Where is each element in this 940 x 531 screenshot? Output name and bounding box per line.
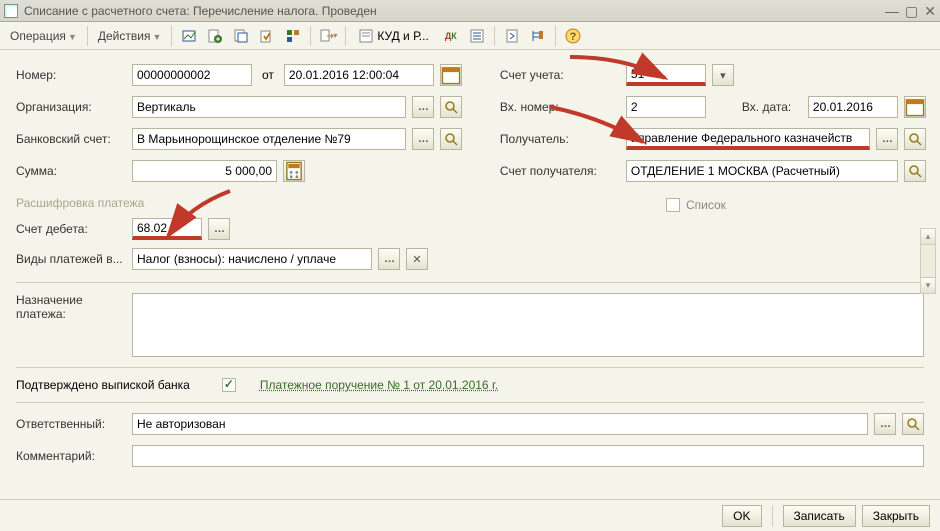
debit-lookup-button[interactable] [208,218,230,240]
pay-types-label: Виды платежей в... [16,252,126,266]
confirm-checkbox[interactable] [222,378,236,392]
pay-types-lookup-button[interactable] [378,248,400,270]
bank-open-button[interactable] [440,128,462,150]
tbtn-add-icon[interactable] [204,25,226,47]
tbtn-post-icon[interactable] [256,25,278,47]
maximize-button[interactable]: ▢ [905,4,918,18]
tbtn-kud[interactable]: КУД и Р... [352,25,435,47]
pay-types-clear-button[interactable]: ✕ [406,248,428,270]
tbtn-create-based-icon[interactable]: ▾ [317,25,339,47]
list-checkbox[interactable] [666,198,680,212]
list-label: Список [686,198,726,212]
form-content: Номер: от Организация: Банковский счет: … [0,50,940,477]
close-form-button[interactable]: Закрыть [862,505,930,527]
org-field[interactable] [132,96,406,118]
number-field[interactable] [132,64,252,86]
date-calendar-button[interactable] [440,64,462,86]
menu-actions[interactable]: Действия▼ [94,27,166,45]
window-title: Списание с расчетного счета: Перечислени… [24,4,885,18]
bank-field[interactable] [132,128,406,150]
tbtn-structure-icon[interactable] [282,25,304,47]
confirm-label: Подтверждено выпиской банка [16,378,190,392]
minimize-button[interactable]: — [885,4,899,18]
tbtn-help-icon[interactable]: ? [562,25,584,47]
payment-order-link[interactable]: Платежное поручение № 1 от 20.01.2016 г. [260,378,498,392]
bank-label: Банковский счет: [16,132,126,146]
rec-account-field[interactable] [626,160,898,182]
bank-lookup-button[interactable] [412,128,434,150]
in-date-label: Вх. дата: [742,100,802,114]
recipient-field[interactable] [626,128,870,150]
tbtn-register-icon[interactable] [466,25,488,47]
window-titlebar: Списание с расчетного счета: Перечислени… [0,0,940,22]
number-label: Номер: [16,68,126,82]
comment-label: Комментарий: [16,449,126,463]
in-date-calendar-button[interactable] [904,96,926,118]
org-open-button[interactable] [440,96,462,118]
resp-open-button[interactable] [902,413,924,435]
tbtn-tree-icon[interactable] [527,25,549,47]
close-button[interactable]: ✕ [924,4,936,18]
sum-field[interactable] [132,160,277,182]
tbtn-copy-icon[interactable] [230,25,252,47]
svg-text:?: ? [569,31,576,43]
account-label: Счет учета: [500,68,620,82]
ok-button[interactable]: OK [722,505,761,527]
tbtn-expand-icon[interactable] [501,25,523,47]
tbtn-provedenie-icon[interactable] [178,25,200,47]
footer-bar: OK Записать Закрыть [0,499,940,531]
toolbar: Операция▼ Действия▼ ▾ КУД и Р... ДК ? [0,22,940,50]
from-label: от [262,68,274,82]
debit-field[interactable] [132,218,202,240]
sum-label: Сумма: [16,164,126,178]
debit-label: Счет дебета: [16,222,126,236]
in-date-field[interactable] [808,96,898,118]
tbtn-dk-icon[interactable]: ДК [440,25,462,47]
purpose-label: Назначение платежа: [16,293,126,321]
rec-account-label: Счет получателя: [500,164,620,178]
org-lookup-button[interactable] [412,96,434,118]
in-num-label: Вх. номер: [500,100,620,114]
menu-operation[interactable]: Операция▼ [6,27,81,45]
comment-field[interactable] [132,445,924,467]
purpose-field[interactable] [132,293,924,357]
account-field[interactable] [626,64,706,86]
resp-lookup-button[interactable] [874,413,896,435]
org-label: Организация: [16,100,126,114]
write-button[interactable]: Записать [783,505,856,527]
resp-field[interactable] [132,413,868,435]
in-num-field[interactable] [626,96,706,118]
section-title: Расшифровка платежа [16,196,476,210]
section-scrollbar[interactable]: ▴▾ [920,228,936,294]
date-field[interactable] [284,64,434,86]
recipient-lookup-button[interactable] [876,128,898,150]
recipient-open-button[interactable] [904,128,926,150]
pay-types-field[interactable] [132,248,372,270]
resp-label: Ответственный: [16,417,126,431]
rec-account-open-button[interactable] [904,160,926,182]
sum-calc-button[interactable] [283,160,305,182]
window-icon [4,4,18,18]
recipient-label: Получатель: [500,132,620,146]
account-dropdown-button[interactable]: ▾ [712,64,734,86]
